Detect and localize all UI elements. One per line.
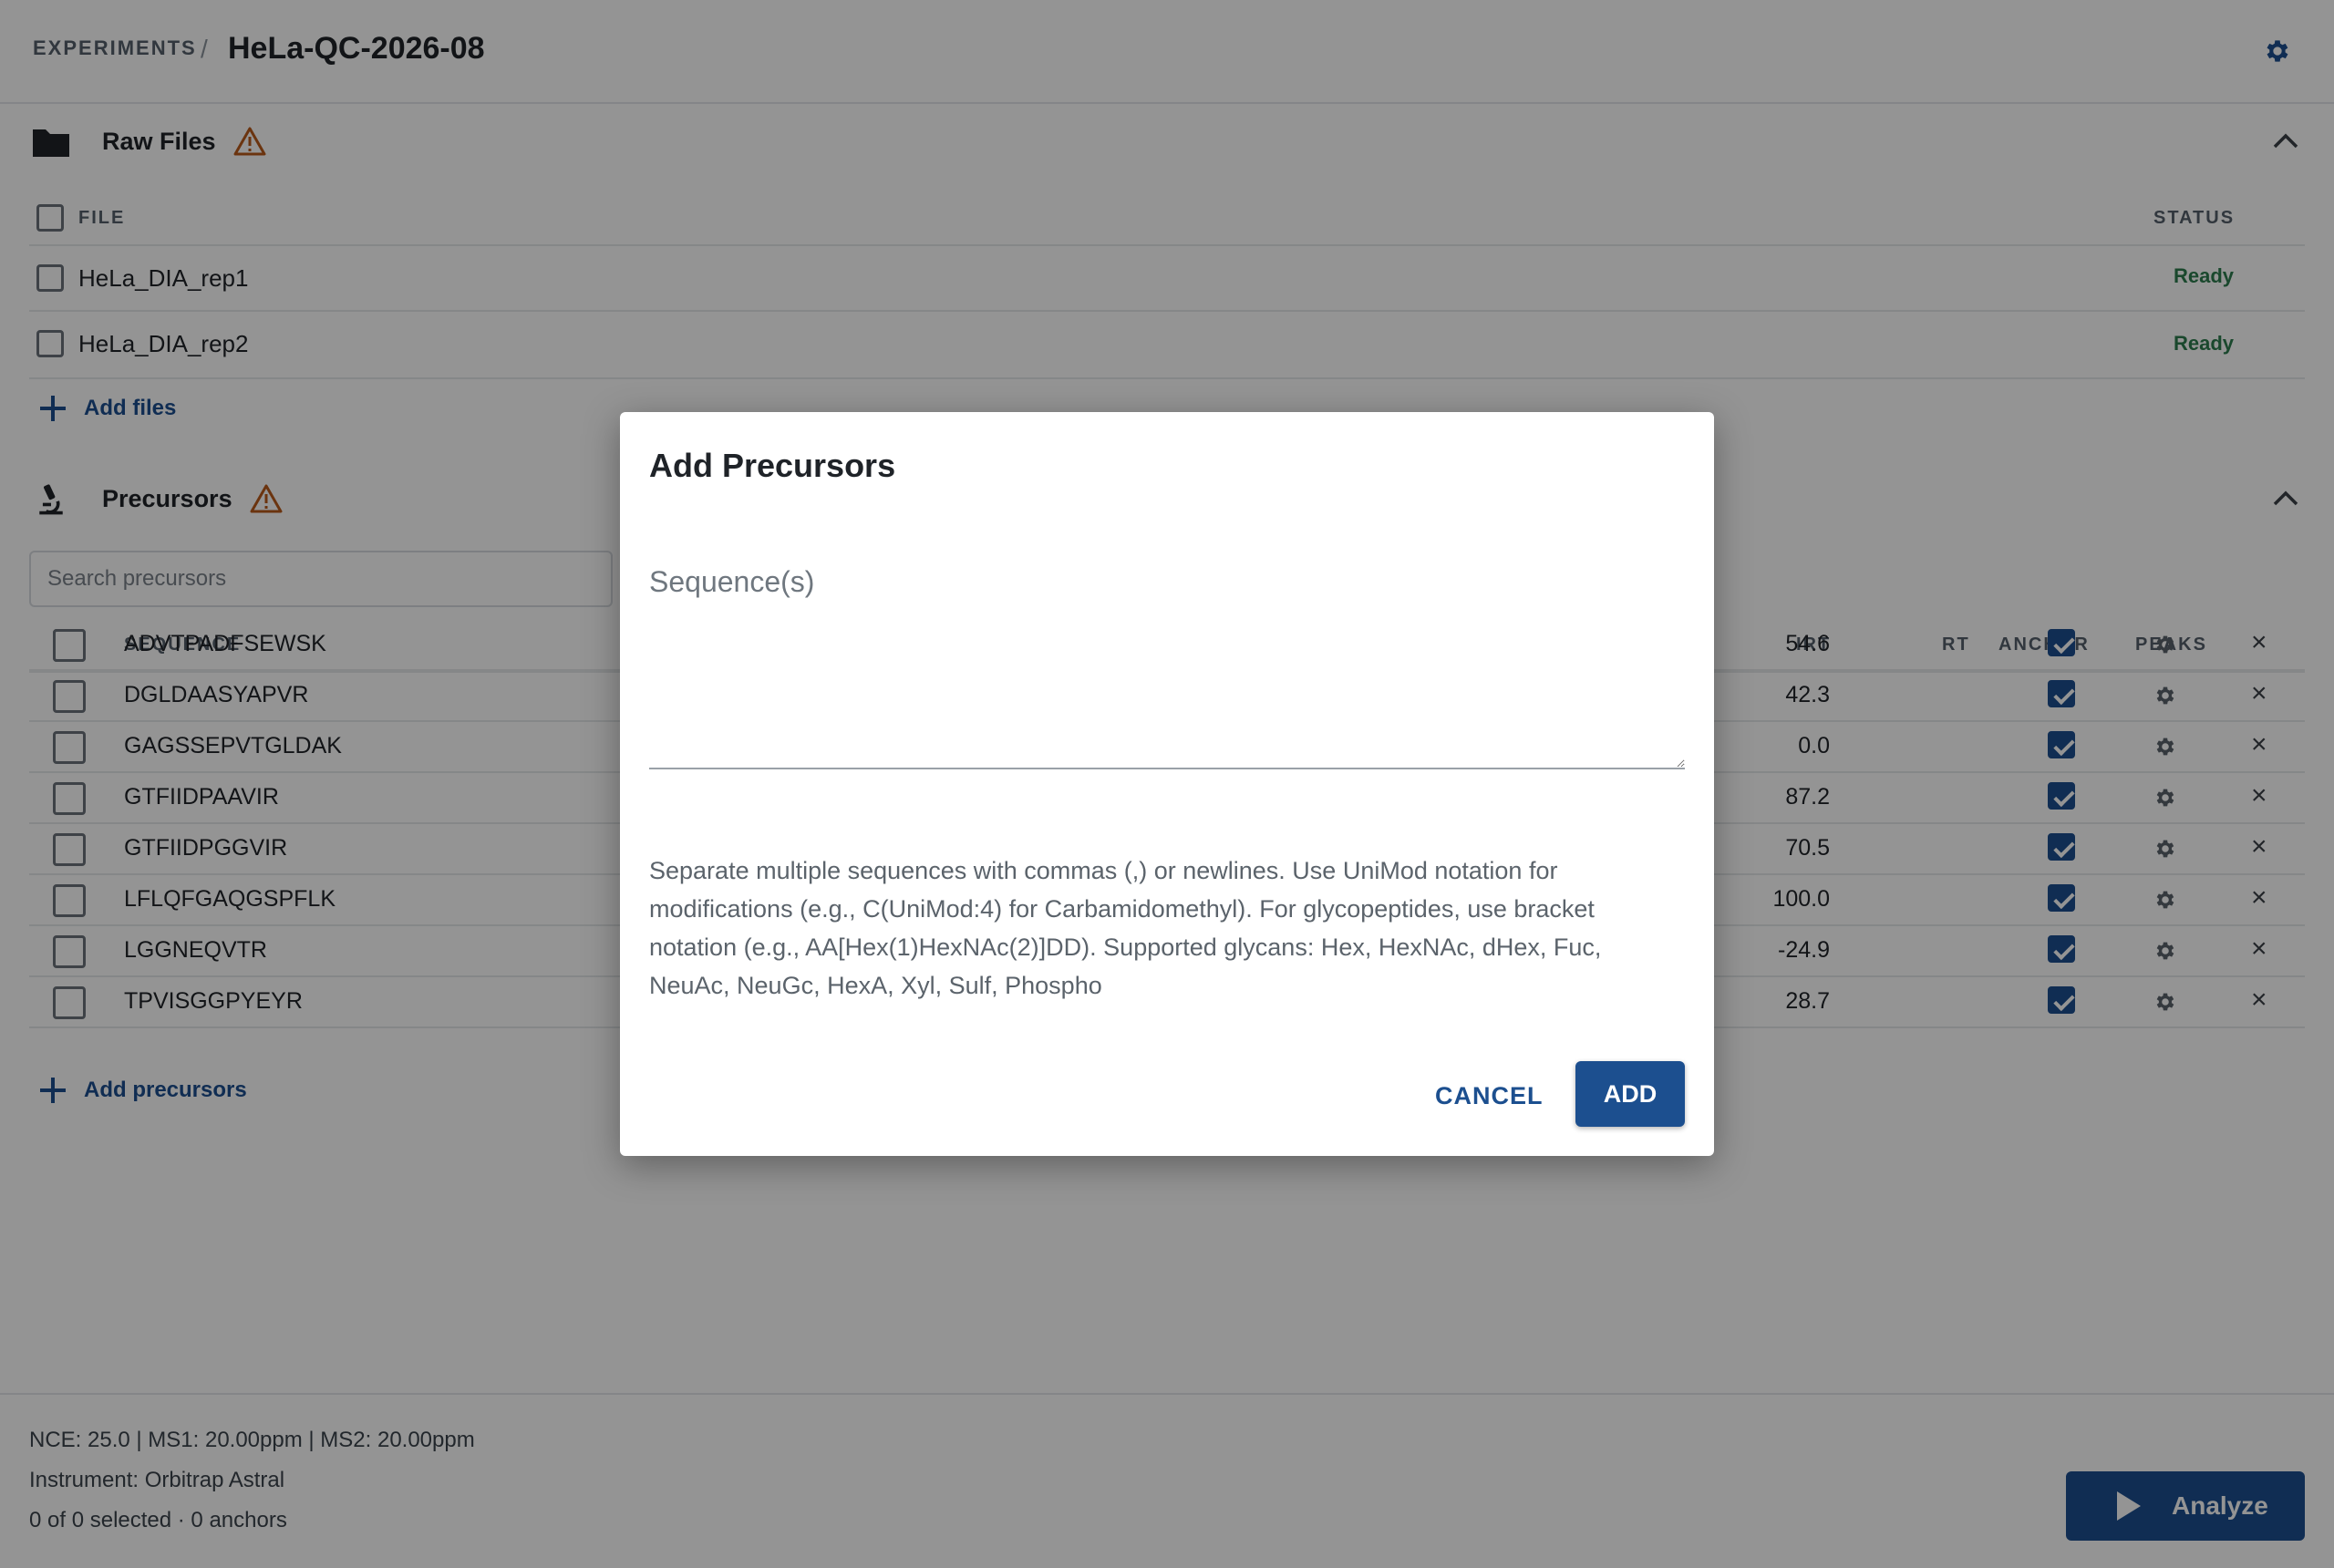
dialog-help-text: Separate multiple sequences with commas … <box>649 857 1602 999</box>
add-precursors-dialog: Add Precursors Separate multiple sequenc… <box>620 412 1714 1156</box>
cancel-button[interactable]: CANCEL <box>1417 1063 1562 1129</box>
sequence-field[interactable] <box>649 558 1685 769</box>
add-button[interactable]: ADD <box>1575 1061 1685 1127</box>
sequence-input[interactable] <box>649 558 1685 768</box>
dialog-title: Add Precursors <box>649 447 896 484</box>
